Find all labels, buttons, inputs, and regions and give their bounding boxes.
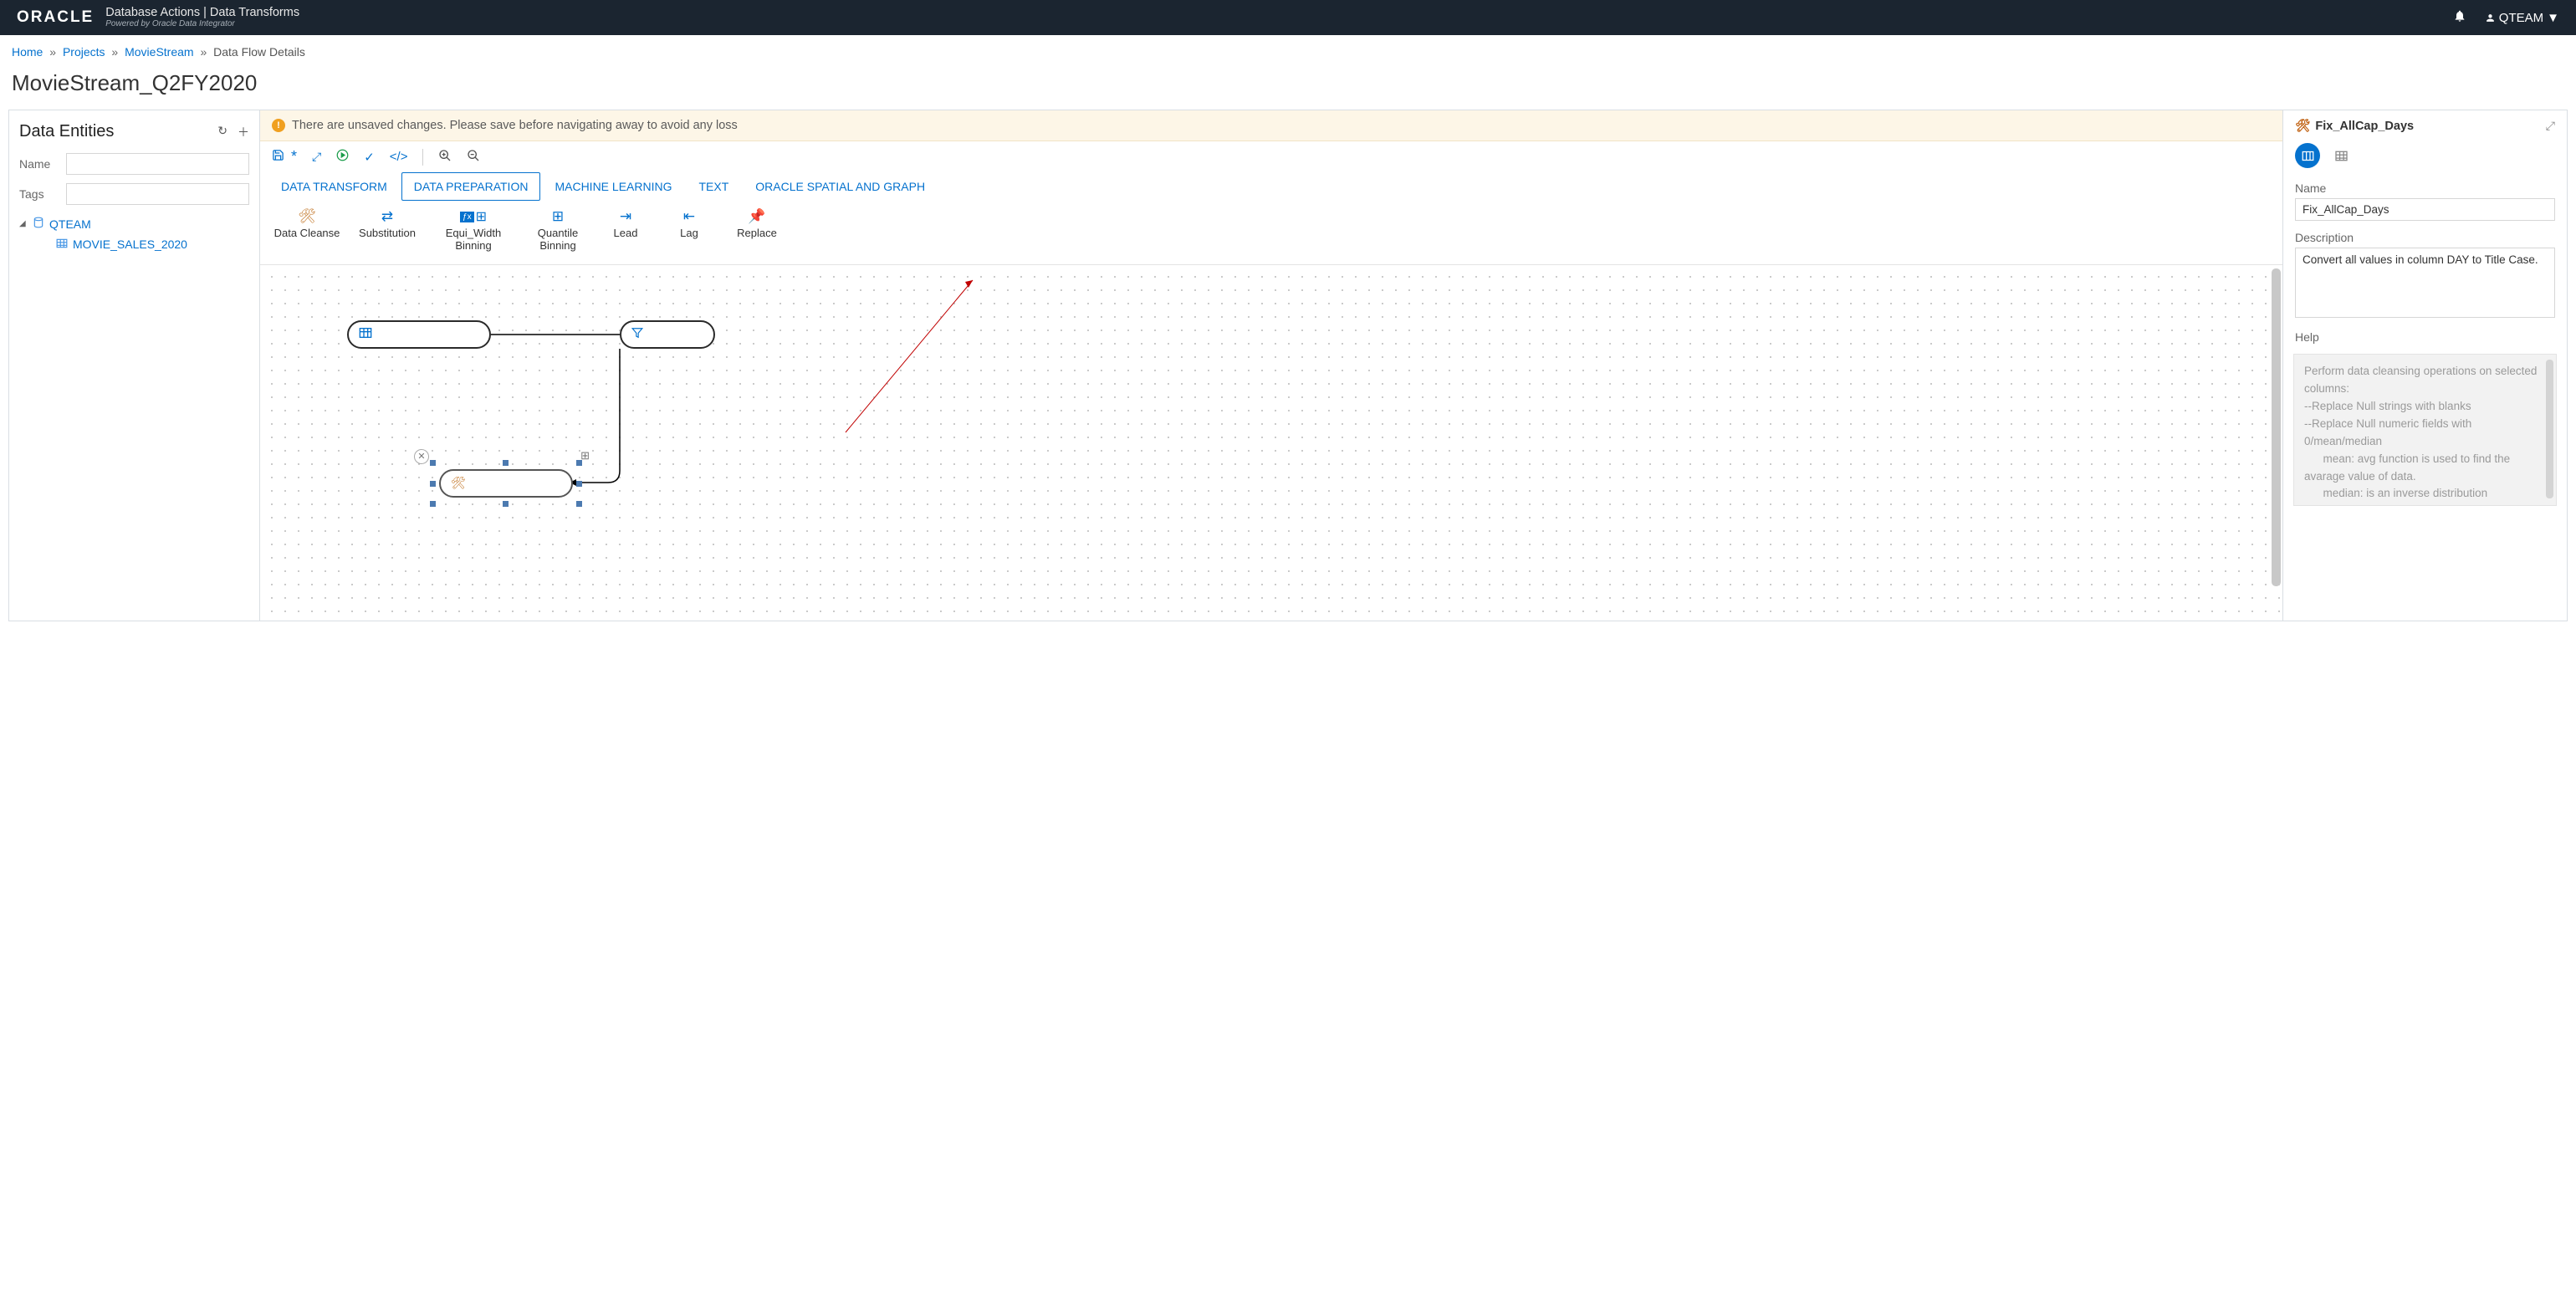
properties-panel: 🛠 Fix_AllCap_Days ⤢ Name Description Hel… xyxy=(2282,110,2567,621)
app-subtitle: Powered by Oracle Data Integrator xyxy=(105,19,299,28)
breadcrumb-projects[interactable]: Projects xyxy=(63,45,105,59)
tab-data-preparation[interactable]: DATA PREPARATION xyxy=(401,172,541,201)
help-text: Perform data cleansing operations on sel… xyxy=(2304,365,2540,499)
tree-root-label: QTEAM xyxy=(49,217,91,231)
node-selection: ✕ ⊞ xyxy=(432,462,580,504)
unsaved-warning: ! There are unsaved changes. Please save… xyxy=(260,110,2282,141)
validate-icon[interactable]: ✓ xyxy=(364,150,375,165)
code-icon[interactable]: </> xyxy=(390,150,408,164)
tree-collapse-icon[interactable]: ◢ xyxy=(19,219,28,228)
zoom-out-icon[interactable] xyxy=(467,149,480,166)
data-cleanse-icon: 🛠 xyxy=(298,207,316,226)
add-icon[interactable]: ＋ xyxy=(238,124,249,140)
unsaved-asterisk-icon: * xyxy=(291,148,297,166)
filter-name-input[interactable] xyxy=(66,153,249,175)
quantile-icon: ⊞ xyxy=(552,207,564,226)
help-text-box: Perform data cleansing operations on sel… xyxy=(2293,354,2557,506)
table-icon xyxy=(56,238,68,251)
table-node-icon xyxy=(359,327,372,341)
filter-tags-label: Tags xyxy=(19,187,66,201)
op-lag[interactable]: ⇤ Lag xyxy=(660,204,718,256)
properties-title: Fix_AllCap_Days xyxy=(2315,120,2414,133)
left-panel: Data Entities ↻ ＋ Name Tags ◢ QTEAM xyxy=(9,110,260,621)
editor-toolbar: * ⤢ ✓ </> xyxy=(260,141,2282,169)
node-filter[interactable] xyxy=(620,320,715,349)
tab-text[interactable]: TEXT xyxy=(686,172,741,201)
center-panel: ! There are unsaved changes. Please save… xyxy=(260,110,2282,621)
page-title: MovieStream_Q2FY2020 xyxy=(0,64,2576,110)
prop-desc-label: Description xyxy=(2295,231,2555,244)
breadcrumb: Home » Projects » MovieStream » Data Flo… xyxy=(0,35,2576,64)
tab-data-transform[interactable]: DATA TRANSFORM xyxy=(268,172,400,201)
breadcrumb-current: Data Flow Details xyxy=(213,45,305,59)
binning-icon: ƒx⊞ xyxy=(460,207,487,226)
op-quantile-binning[interactable]: ⊞ Quantile Binning xyxy=(524,204,591,256)
columns-tab-icon[interactable] xyxy=(2328,143,2354,168)
category-tabs: DATA TRANSFORM DATA PREPARATION MACHINE … xyxy=(260,169,2282,201)
help-scrollbar[interactable] xyxy=(2546,360,2553,498)
delete-node-icon[interactable]: ✕ xyxy=(414,449,429,464)
cleanse-op-icon: 🛠 xyxy=(2295,119,2310,133)
breadcrumb-home[interactable]: Home xyxy=(12,45,43,59)
filter-tags-input[interactable] xyxy=(66,183,249,205)
tree-item-label: MOVIE_SALES_2020 xyxy=(73,238,187,251)
prop-desc-input[interactable] xyxy=(2295,248,2555,318)
top-bar: ORACLE Database Actions | Data Transform… xyxy=(0,0,2576,35)
fit-icon[interactable]: ⤢ xyxy=(312,150,321,164)
schema-icon xyxy=(33,217,44,231)
data-entities-title: Data Entities xyxy=(19,122,114,141)
design-canvas[interactable]: ▴ 🛠 ✕ xyxy=(260,265,2282,621)
op-replace[interactable]: 📌 Replace xyxy=(723,204,790,256)
tree-root-qteam[interactable]: ◢ QTEAM xyxy=(19,213,249,234)
op-substitution[interactable]: ⇄ Substitution xyxy=(352,204,422,256)
replace-icon: 📌 xyxy=(748,207,765,226)
operator-palette: 🛠 Data Cleanse ⇄ Substitution ƒx⊞ Equi_W… xyxy=(260,201,2282,265)
notifications-icon[interactable] xyxy=(2453,9,2466,26)
op-equi-width-binning[interactable]: ƒx⊞ Equi_Width Binning xyxy=(427,204,519,256)
user-menu[interactable]: QTEAM ▼ xyxy=(2485,11,2559,25)
run-icon[interactable] xyxy=(336,149,349,165)
chevron-down-icon: ▼ xyxy=(2547,11,2559,25)
breadcrumb-moviestream[interactable]: MovieStream xyxy=(125,45,193,59)
vertical-scrollbar[interactable] xyxy=(2272,268,2281,586)
oracle-logo: ORACLE xyxy=(17,8,94,27)
tab-oracle-spatial[interactable]: ORACLE SPATIAL AND GRAPH xyxy=(743,172,938,201)
prop-name-input[interactable] xyxy=(2295,198,2555,221)
scroll-up-icon[interactable]: ▴ xyxy=(2276,265,2280,268)
refresh-icon[interactable]: ↻ xyxy=(217,124,227,140)
lag-icon: ⇤ xyxy=(683,207,695,226)
expand-panel-icon[interactable]: ⤢ xyxy=(2546,119,2555,133)
app-title-block: Database Actions | Data Transforms Power… xyxy=(105,7,299,29)
prop-name-label: Name xyxy=(2295,181,2555,195)
filter-node-icon xyxy=(631,327,643,341)
tree-item-movie-sales[interactable]: MOVIE_SALES_2020 xyxy=(19,234,249,254)
lead-icon: ⇥ xyxy=(620,207,631,226)
user-name: QTEAM xyxy=(2499,11,2543,25)
warning-text: There are unsaved changes. Please save b… xyxy=(292,119,738,132)
app-title: Database Actions | Data Transforms xyxy=(105,7,299,20)
tab-machine-learning[interactable]: MACHINE LEARNING xyxy=(542,172,684,201)
filter-name-label: Name xyxy=(19,157,66,171)
op-lead[interactable]: ⇥ Lead xyxy=(596,204,655,256)
general-tab-icon[interactable] xyxy=(2295,143,2320,168)
op-data-cleanse[interactable]: 🛠 Data Cleanse xyxy=(267,204,347,256)
zoom-in-icon[interactable] xyxy=(438,149,452,166)
warning-icon: ! xyxy=(272,119,285,132)
save-icon[interactable] xyxy=(272,149,284,165)
prop-help-label: Help xyxy=(2295,330,2555,344)
substitution-icon: ⇄ xyxy=(381,207,393,226)
node-source-table[interactable] xyxy=(347,320,491,349)
